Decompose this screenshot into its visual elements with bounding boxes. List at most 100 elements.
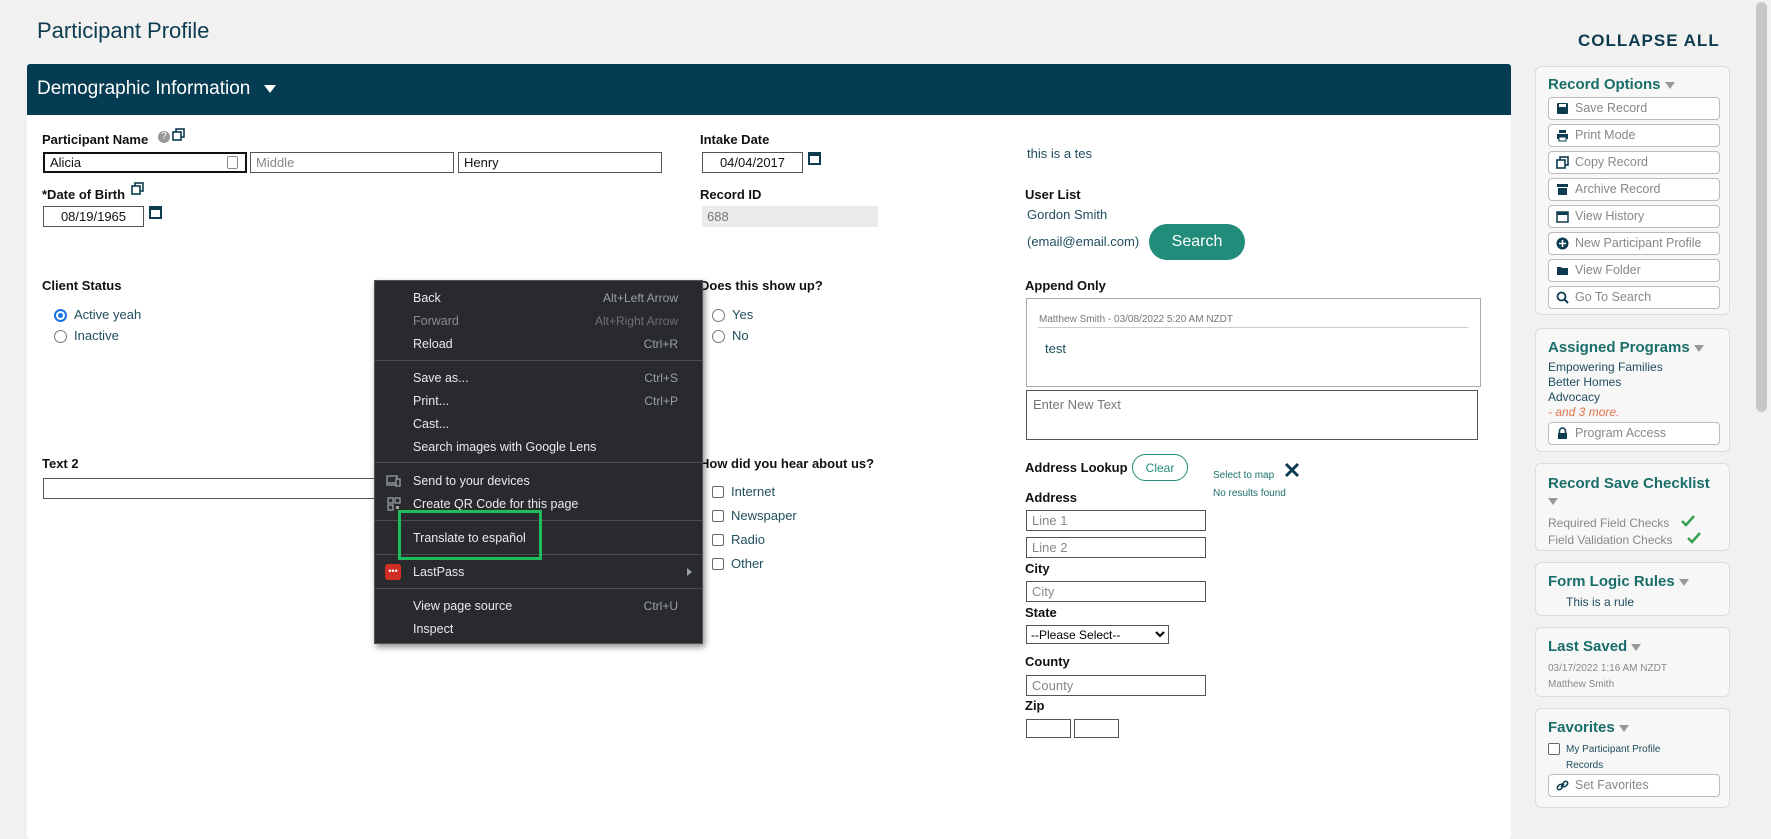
checkbox-other[interactable] <box>712 558 724 570</box>
submenu-arrow-icon <box>687 568 692 576</box>
copy-icon[interactable] <box>172 128 185 141</box>
menu-shortcut: Ctrl+P <box>644 394 678 408</box>
qr-code-icon <box>387 497 401 511</box>
search-button[interactable]: Search <box>1149 224 1245 260</box>
clear-button[interactable]: Clear <box>1132 454 1188 481</box>
go-to-search-button[interactable]: Go To Search <box>1548 286 1720 309</box>
demographic-header[interactable]: Demographic Information <box>27 64 1511 115</box>
divider <box>1038 327 1468 328</box>
program-item[interactable]: Empowering Families <box>1548 360 1663 374</box>
print-icon <box>1557 130 1568 142</box>
button-label: Program Access <box>1575 426 1667 440</box>
first-name-input[interactable] <box>43 152 247 173</box>
record-options-title[interactable]: Record Options <box>1548 76 1675 93</box>
new-participant-profile-button[interactable]: New Participant Profile <box>1548 232 1720 255</box>
note-text: this is a tes <box>1027 146 1093 161</box>
menu-label: Send to your devices <box>413 474 530 488</box>
caret-down-icon <box>1693 344 1704 352</box>
favorites-title[interactable]: Favorites <box>1548 719 1629 736</box>
program-access-button[interactable]: Program Access <box>1548 422 1720 445</box>
close-icon[interactable] <box>1284 462 1300 478</box>
archive-record-button[interactable]: Archive Record <box>1548 178 1720 201</box>
county-input[interactable] <box>1026 675 1206 696</box>
zip-input[interactable] <box>1026 719 1071 738</box>
middle-name-input[interactable] <box>250 152 454 173</box>
logic-rules-card: Form Logic Rules This is a rule <box>1535 562 1730 616</box>
menu-shortcut: Ctrl+R <box>643 337 678 351</box>
last-name-input[interactable] <box>458 152 662 173</box>
append-entry-meta: Matthew Smith - 03/08/2022 5:20 AM NZDT <box>1039 314 1233 325</box>
checkbox-label-other: Other <box>731 556 764 571</box>
radio-active[interactable] <box>54 309 67 322</box>
panel-title: Demographic Information <box>37 78 251 99</box>
favorite-label-cont: Records <box>1566 760 1604 771</box>
more-programs-link[interactable]: - and 3 more. <box>1548 405 1619 419</box>
checklist-title[interactable]: Record Save Checklist <box>1548 475 1723 509</box>
address-line1-input[interactable] <box>1026 510 1206 531</box>
scrollbar-track[interactable] <box>1753 0 1771 825</box>
logic-rules-title[interactable]: Form Logic Rules <box>1548 573 1689 590</box>
state-select[interactable]: --Please Select-- <box>1026 625 1169 644</box>
menu-item-inspect[interactable]: Inspect <box>375 618 702 640</box>
radio-no[interactable] <box>712 330 725 343</box>
address-line2-input[interactable] <box>1026 537 1206 558</box>
program-item[interactable]: Advocacy <box>1548 390 1600 404</box>
view-folder-button[interactable]: View Folder <box>1548 259 1720 282</box>
intake-date-label: Intake Date <box>700 132 770 147</box>
copy-icon[interactable] <box>131 182 144 195</box>
favorites-card: Favorites My Participant Profile Records… <box>1535 708 1730 808</box>
assigned-programs-title[interactable]: Assigned Programs <box>1548 339 1704 356</box>
menu-label: Back <box>413 291 441 305</box>
user-list-label: User List <box>1025 187 1081 202</box>
menu-item-google-lens[interactable]: Search images with Google Lens <box>375 436 702 458</box>
intake-date-input[interactable] <box>702 152 803 173</box>
checkbox-internet[interactable] <box>712 486 724 498</box>
zip-ext-input[interactable] <box>1074 719 1119 738</box>
favorite-checkbox[interactable] <box>1548 743 1560 755</box>
checklist-card: Record Save Checklist Required Field Che… <box>1535 463 1730 551</box>
checkbox-radio[interactable] <box>712 534 724 546</box>
menu-separator <box>375 462 702 463</box>
dob-input[interactable] <box>43 206 144 227</box>
save-record-button[interactable]: Save Record <box>1548 97 1720 120</box>
radio-yes[interactable] <box>712 309 725 322</box>
radio-inactive[interactable] <box>54 330 67 343</box>
menu-label: Search images with Google Lens <box>413 440 597 454</box>
calendar-icon[interactable] <box>808 152 821 165</box>
collapse-all-button[interactable]: COLLAPSE ALL <box>1578 31 1720 51</box>
autofill-icon[interactable] <box>227 156 238 169</box>
last-saved-title[interactable]: Last Saved <box>1548 638 1642 655</box>
program-item[interactable]: Better Homes <box>1548 375 1621 389</box>
menu-item-send-devices[interactable]: Send to your devices <box>375 470 702 492</box>
copy-record-button[interactable]: Copy Record <box>1548 151 1720 174</box>
button-label: View History <box>1575 209 1645 223</box>
print-mode-button[interactable]: Print Mode <box>1548 124 1720 147</box>
menu-item-view-source[interactable]: View page source Ctrl+U <box>375 595 702 617</box>
append-new-text[interactable] <box>1026 390 1478 440</box>
menu-item-forward[interactable]: Forward Alt+Right Arrow <box>375 310 702 332</box>
help-icon[interactable]: ? <box>158 131 170 143</box>
add-circle-icon <box>1556 237 1569 250</box>
menu-item-back[interactable]: Back Alt+Left Arrow <box>375 287 702 309</box>
menu-item-reload[interactable]: Reload Ctrl+R <box>375 333 702 355</box>
user-name: Gordon Smith <box>1027 207 1108 222</box>
city-input[interactable] <box>1026 581 1206 602</box>
menu-item-print[interactable]: Print... Ctrl+P <box>375 390 702 412</box>
logic-rule-item[interactable]: This is a rule <box>1566 595 1634 609</box>
favorite-label: My Participant Profile <box>1566 744 1661 755</box>
checkbox-newspaper[interactable] <box>712 510 724 522</box>
radio-label-no: No <box>732 328 749 343</box>
search-icon <box>1556 291 1569 304</box>
button-label: Archive Record <box>1575 182 1661 196</box>
view-history-button[interactable]: View History <box>1548 205 1720 228</box>
scrollbar-thumb[interactable] <box>1756 2 1767 412</box>
main-panel: Demographic Information Participant Name… <box>27 64 1511 839</box>
show-up-label: Does this show up? <box>700 278 823 293</box>
set-favorites-button[interactable]: Set Favorites <box>1548 774 1720 797</box>
menu-item-save-as[interactable]: Save as... Ctrl+S <box>375 367 702 389</box>
button-label: View Folder <box>1575 263 1641 277</box>
calendar-icon[interactable] <box>149 206 162 219</box>
menu-item-lastpass[interactable]: ••• LastPass <box>375 561 702 583</box>
text2-input[interactable] <box>43 478 423 499</box>
menu-item-cast[interactable]: Cast... <box>375 413 702 435</box>
